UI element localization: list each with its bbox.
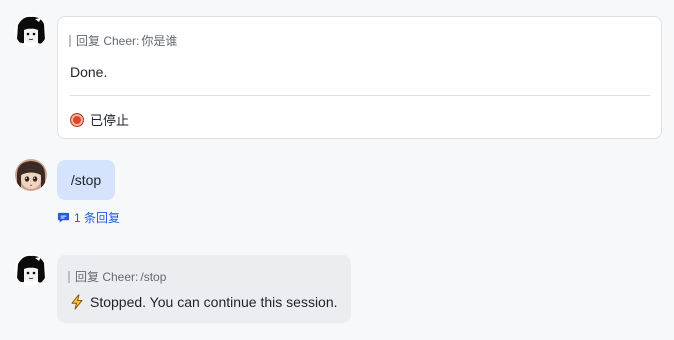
status-text: 已停止 — [90, 113, 130, 128]
quote-bar — [68, 270, 70, 283]
quote-bar — [69, 34, 71, 47]
card-divider — [70, 95, 650, 96]
chat-thread: 回复 Cheer: 你是谁 Done. 已停止 /stop 1 条回复 回复 C… — [0, 0, 674, 340]
bot-avatar[interactable] — [15, 15, 47, 47]
lightning-icon — [71, 294, 83, 310]
reply-quote[interactable]: 回复 Cheer: 你是谁 — [69, 32, 177, 49]
message-text: Stopped. You can continue this session. — [90, 294, 338, 310]
message-text: /stop — [70, 172, 102, 188]
bot-message-card[interactable]: 回复 Cheer: /stop Stopped. You can continu… — [57, 255, 351, 323]
quote-prefix: 回复 Cheer: — [76, 34, 140, 48]
bot-message-card[interactable]: 回复 Cheer: 你是谁 Done. 已停止 — [57, 16, 662, 139]
quote-text: /stop — [140, 269, 167, 284]
quote-text: 你是谁 — [141, 34, 178, 48]
quote-prefix: 回复 Cheer: — [75, 270, 139, 284]
bot-avatar[interactable] — [15, 254, 47, 286]
stop-circle-icon — [70, 112, 84, 127]
reply-count-label: 1 条回复 — [74, 211, 121, 225]
user-message-bubble[interactable]: /stop — [57, 160, 115, 200]
user-avatar[interactable] — [15, 159, 47, 191]
comment-icon — [57, 212, 70, 223]
reply-quote[interactable]: 回复 Cheer: /stop — [68, 268, 166, 285]
message-text: Done. — [70, 64, 108, 80]
message-line: Stopped. You can continue this session. — [69, 294, 338, 310]
reply-count-link[interactable]: 1 条回复 — [57, 209, 120, 226]
status-row: 已停止 — [70, 110, 129, 129]
